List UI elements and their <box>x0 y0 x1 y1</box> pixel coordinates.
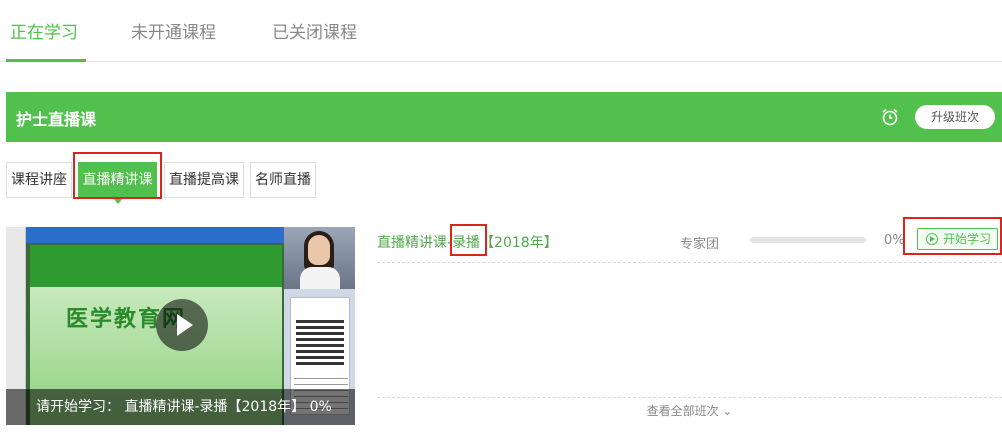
play-icon[interactable] <box>156 299 208 351</box>
qr-code-icon <box>296 317 344 365</box>
teacher-camera <box>284 227 355 289</box>
teacher-body <box>300 267 340 289</box>
class-name[interactable]: 直播精讲课-录播【2018年】 <box>377 232 558 252</box>
course-header: 护士直播课 升级班次 <box>6 92 1002 142</box>
top-tabs: 正在学习 未开通课程 已关闭课程 <box>0 0 1002 62</box>
view-all-classes-link[interactable]: 查看全部班次 ⌄ <box>377 397 1002 425</box>
subtab-live-advanced[interactable]: 直播提高课 <box>164 162 244 198</box>
player-topbar <box>26 227 284 243</box>
teacher-face <box>308 235 330 265</box>
start-learning-label: 开始学习 <box>943 232 992 246</box>
subtab-live-intensive[interactable]: 直播精讲课 <box>78 162 157 204</box>
slide-header <box>30 245 282 287</box>
subtab-famous-teacher[interactable]: 名师直播 <box>250 162 316 198</box>
tab-not-opened[interactable]: 未开通课程 <box>131 18 216 43</box>
subtab-lectures[interactable]: 课程讲座 <box>6 162 72 198</box>
class-name-suffix: 【2018年】 <box>480 235 558 251</box>
video-caption: 请开始学习： 直播精讲课-录播【2018年】 0% <box>6 389 355 425</box>
progress-bar <box>750 237 866 243</box>
tab-learning[interactable]: 正在学习 <box>10 18 78 43</box>
progress-percent: 0% <box>884 233 905 248</box>
course-title: 护士直播课 <box>16 110 97 129</box>
tab-closed[interactable]: 已关闭课程 <box>272 18 357 43</box>
video-thumbnail[interactable]: 医学教育网 请开始学习： 直播精讲课-录播【2018年】 0% <box>6 227 355 425</box>
start-learning-button[interactable]: 开始学习 <box>917 228 998 250</box>
alarm-clock-icon[interactable] <box>880 107 900 127</box>
teacher-name: 专家团 <box>680 237 720 252</box>
play-circle-icon <box>926 233 938 245</box>
upgrade-class-button[interactable]: 升级班次 <box>915 105 995 129</box>
class-name-highlight: 录播 <box>452 235 481 251</box>
active-tab-indicator <box>6 59 86 62</box>
class-name-prefix: 直播精讲课- <box>377 235 453 251</box>
class-row: 直播精讲课-录播【2018年】 专家团 0% 开始学习 <box>377 224 1002 263</box>
